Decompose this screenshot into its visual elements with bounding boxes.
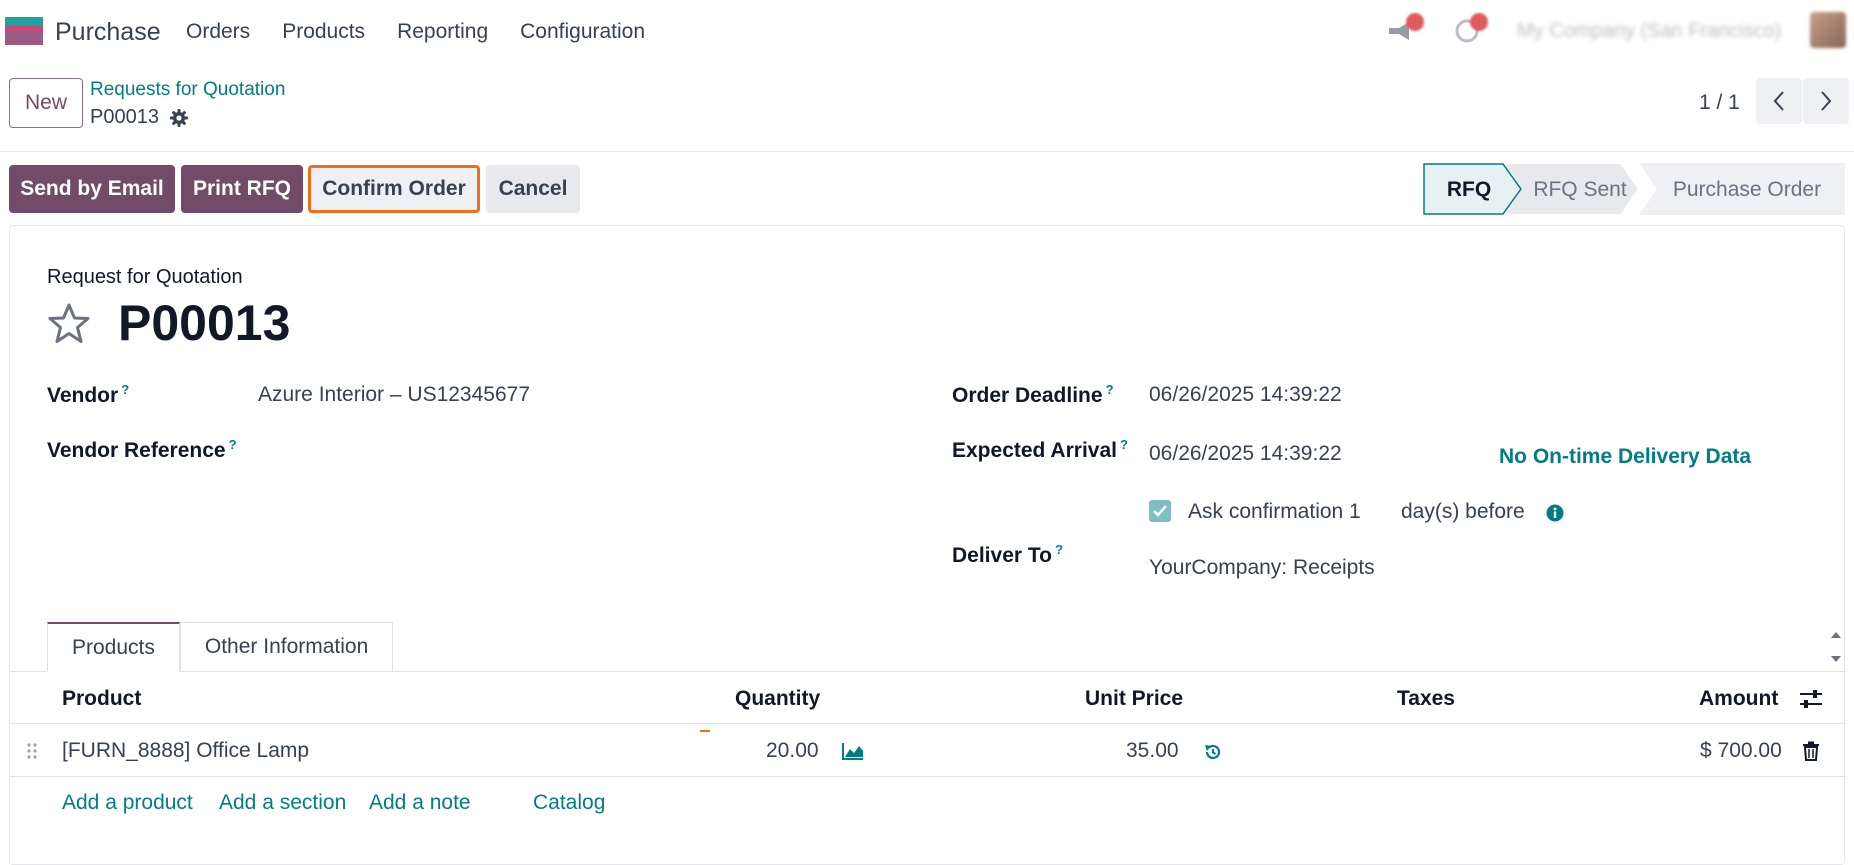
control-panel: New Requests for Quotation P00013 1 / 1: [0, 64, 1854, 152]
line-unit-price[interactable]: 35.00: [1126, 739, 1179, 763]
stage-rfq-sent[interactable]: RFQ Sent: [1533, 178, 1627, 201]
order-deadline-label-text: Order Deadline: [952, 384, 1103, 407]
app-name[interactable]: Purchase: [55, 18, 161, 47]
column-settings-icon[interactable]: [1799, 689, 1823, 709]
stage-purchase-order[interactable]: Purchase Order: [1673, 178, 1821, 201]
menu-orders[interactable]: Orders: [186, 20, 250, 44]
expected-arrival-label: Expected Arrival?: [952, 437, 1128, 463]
expected-arrival-field[interactable]: 06/26/2025 14:39:22: [1149, 442, 1342, 466]
info-icon[interactable]: [1546, 504, 1564, 522]
vendor-label-text: Vendor: [47, 384, 119, 407]
orange-mark: [700, 730, 710, 732]
notebook-tabs: Products Other Information: [47, 622, 394, 672]
vendor-reference-label-text: Vendor Reference: [47, 439, 226, 462]
checkmark-icon: [1153, 505, 1167, 517]
line-product[interactable]: [FURN_8888] Office Lamp: [62, 739, 309, 763]
tab-products[interactable]: Products: [47, 622, 180, 672]
on-time-delivery-button[interactable]: No On-time Delivery Data: [1499, 445, 1751, 469]
breadcrumb-current-label: P00013: [90, 106, 159, 128]
vendor-reference-label: Vendor Reference?: [47, 437, 237, 463]
add-product-link[interactable]: Add a product: [62, 791, 193, 815]
ask-confirmation-checkbox[interactable]: [1149, 500, 1171, 522]
order-line-actions: Add a product Add a section Add a note C…: [10, 778, 1846, 830]
cancel-button[interactable]: Cancel: [486, 165, 580, 213]
column-unit-price[interactable]: Unit Price: [1085, 687, 1183, 711]
vendor-field[interactable]: Azure Interior – US12345677: [258, 383, 530, 407]
chevron-left-icon: [1773, 91, 1784, 111]
help-tooltip-icon[interactable]: ?: [229, 437, 237, 452]
confirmation-days-input[interactable]: 1: [1349, 500, 1361, 524]
main-menu: Orders Products Reporting Configuration: [186, 20, 645, 44]
pager-next-button[interactable]: [1803, 78, 1849, 124]
order-deadline-label: Order Deadline?: [952, 382, 1114, 408]
order-reference-title: P00013: [118, 295, 291, 351]
line-quantity[interactable]: 20.00: [766, 739, 819, 763]
chevron-right-icon: [1821, 91, 1832, 111]
scroll-arrows-icon[interactable]: [1830, 630, 1842, 664]
help-tooltip-icon[interactable]: ?: [121, 382, 129, 397]
column-amount[interactable]: Amount: [1699, 687, 1778, 711]
ask-confirmation-label: Ask confirmation: [1188, 500, 1344, 523]
deliver-to-label: Deliver To?: [952, 542, 1063, 568]
deliver-to-label-text: Deliver To: [952, 544, 1052, 567]
menu-reporting[interactable]: Reporting: [397, 20, 488, 44]
print-rfq-button[interactable]: Print RFQ: [181, 165, 303, 213]
breadcrumb-current: P00013: [90, 106, 189, 129]
drag-handle-icon[interactable]: [26, 742, 38, 760]
confirm-order-button[interactable]: Confirm Order: [308, 165, 480, 213]
line-amount: $ 700.00: [1700, 739, 1782, 762]
deliver-to-field[interactable]: YourCompany: Receipts: [1149, 556, 1375, 580]
add-note-link[interactable]: Add a note: [369, 791, 471, 815]
tab-other-information[interactable]: Other Information: [179, 622, 394, 672]
top-navbar: Purchase Orders Products Reporting Confi…: [0, 0, 1854, 64]
vendor-label: Vendor?: [47, 382, 129, 408]
star-icon[interactable]: [46, 302, 92, 346]
order-deadline-field[interactable]: 06/26/2025 14:39:22: [1149, 383, 1342, 407]
menu-configuration[interactable]: Configuration: [520, 20, 645, 44]
new-button[interactable]: New: [9, 78, 83, 128]
pager-previous-button[interactable]: [1756, 78, 1802, 124]
help-tooltip-icon[interactable]: ?: [1120, 437, 1128, 452]
menu-products[interactable]: Products: [282, 20, 365, 44]
notification-badge: [1406, 13, 1424, 31]
forecast-chart-icon[interactable]: [841, 741, 865, 761]
help-tooltip-icon[interactable]: ?: [1055, 542, 1063, 557]
column-product[interactable]: Product: [62, 687, 141, 711]
stage-pipeline: RFQ RFQ Sent Purchase Order: [1423, 163, 1845, 215]
column-taxes[interactable]: Taxes: [1397, 687, 1455, 711]
company-switcher[interactable]: My Company (San Francisco): [1517, 20, 1782, 43]
expected-arrival-label-text: Expected Arrival: [952, 439, 1117, 462]
pager-value[interactable]: 1 / 1: [1699, 91, 1740, 115]
user-avatar[interactable]: [1810, 12, 1846, 48]
breadcrumb-rfq-link[interactable]: Requests for Quotation: [90, 79, 285, 101]
activity-badge: [1470, 13, 1488, 31]
vendor-reference-input[interactable]: [258, 437, 878, 465]
form-statusbar: Send by Email Print RFQ Confirm Order Ca…: [0, 153, 1854, 225]
trash-icon[interactable]: [1802, 741, 1820, 761]
help-tooltip-icon[interactable]: ?: [1106, 382, 1114, 397]
column-quantity[interactable]: Quantity: [735, 687, 820, 711]
days-before-label: day(s) before: [1401, 500, 1525, 523]
document-type-label: Request for Quotation: [47, 266, 243, 288]
table-row[interactable]: [FURN_8888] Office Lamp 20.00 35.00 $ 70…: [10, 725, 1846, 777]
order-lines-header: Product Quantity Unit Price Taxes Amount: [10, 672, 1846, 724]
stage-rfq[interactable]: RFQ: [1447, 178, 1491, 201]
purchase-app-icon[interactable]: [5, 17, 43, 45]
add-section-link[interactable]: Add a section: [219, 791, 346, 815]
history-icon[interactable]: [1203, 742, 1223, 762]
gear-icon[interactable]: [169, 108, 189, 128]
form-sheet: Request for Quotation P00013 Vendor? Azu…: [9, 225, 1846, 865]
catalog-link[interactable]: Catalog: [533, 791, 605, 815]
send-by-email-button[interactable]: Send by Email: [9, 165, 175, 213]
